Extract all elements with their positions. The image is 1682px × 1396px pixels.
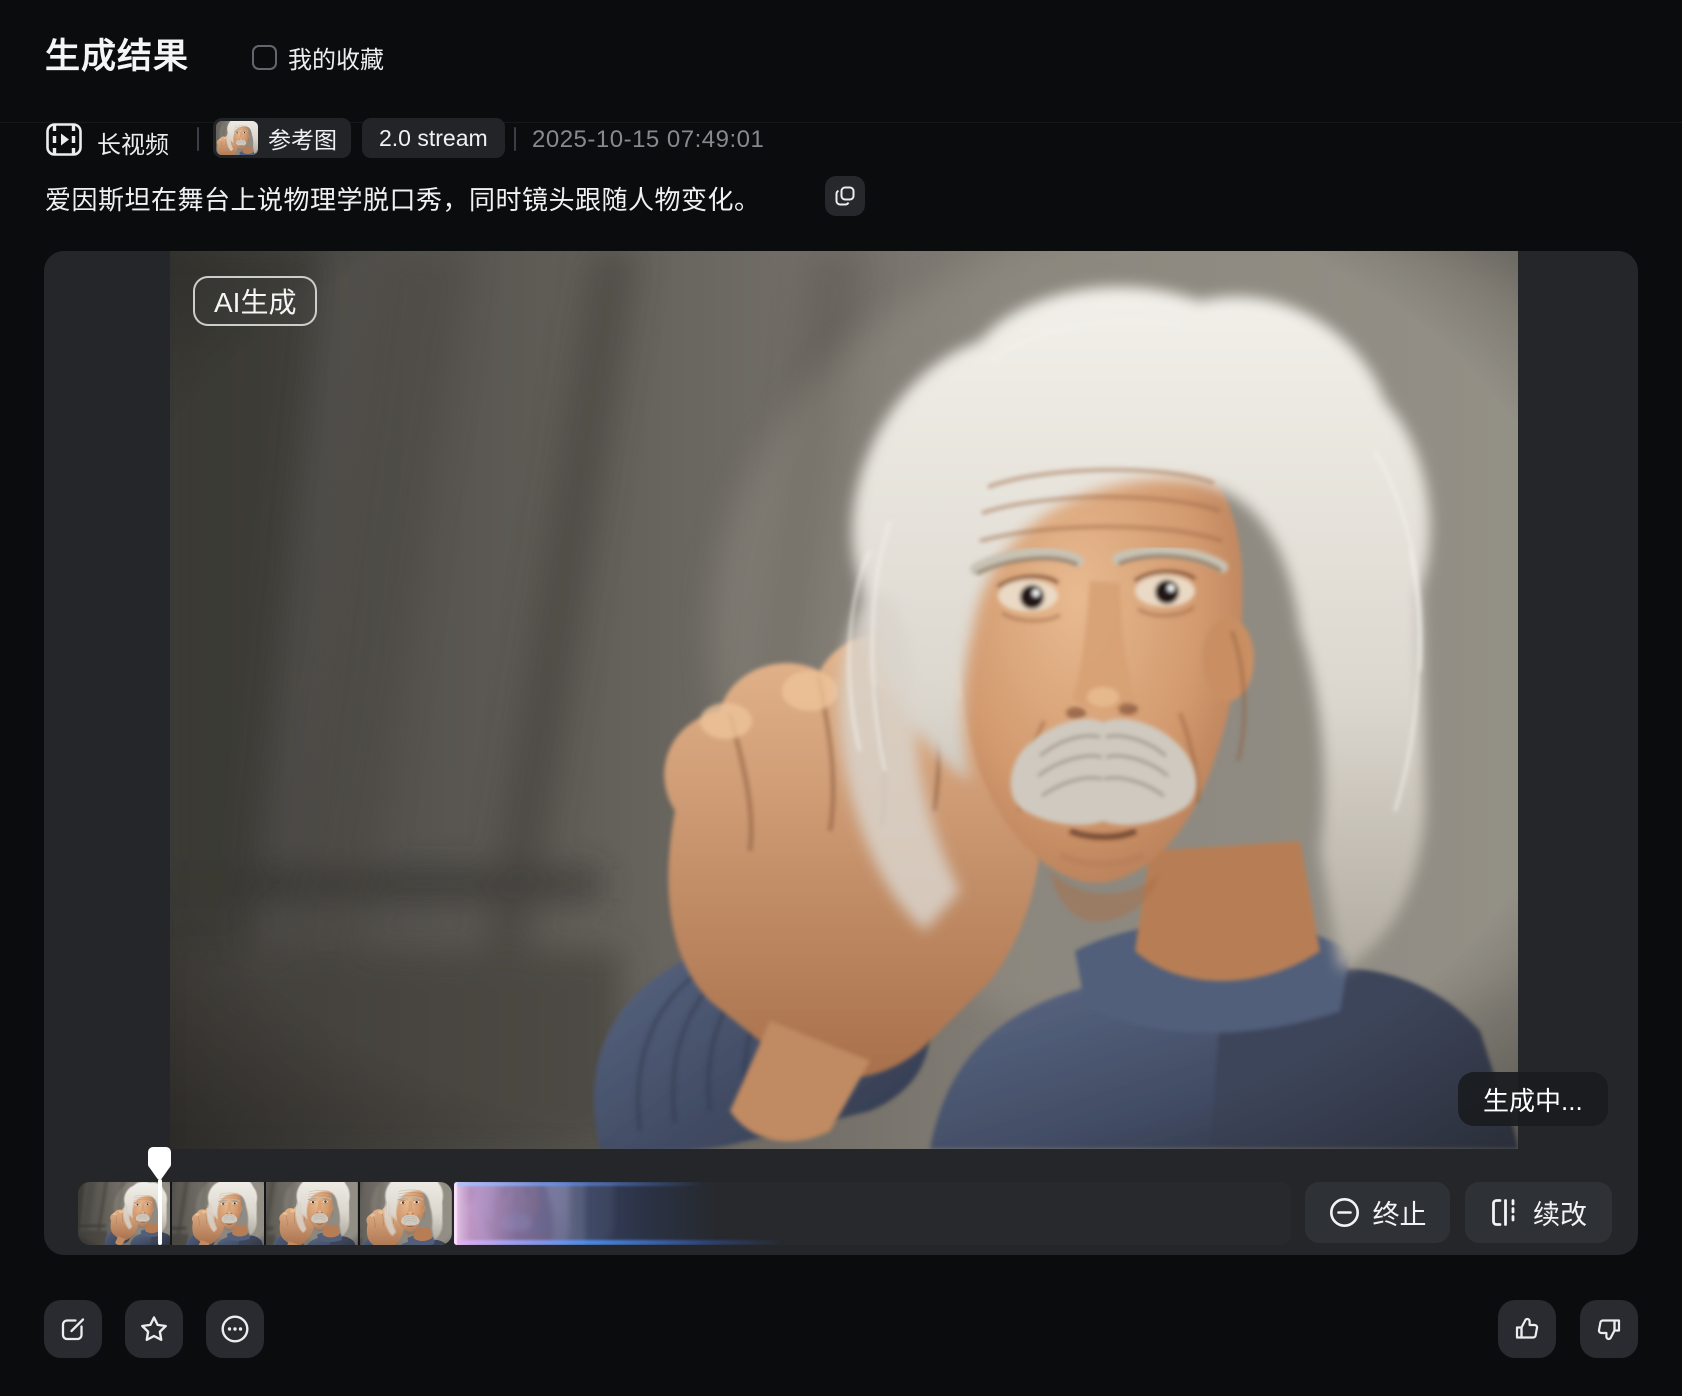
more-options-button[interactable] xyxy=(206,1300,264,1358)
revise-button[interactable]: 续改 xyxy=(1465,1182,1612,1243)
timeline-thumbnail[interactable] xyxy=(266,1182,358,1245)
favorite-button[interactable] xyxy=(125,1300,183,1358)
timeline-thumbnail[interactable] xyxy=(172,1182,264,1245)
film-icon xyxy=(46,123,82,156)
ai-generated-badge: AI生成 xyxy=(193,276,317,326)
video-frame[interactable]: AI生成 xyxy=(170,251,1518,1149)
favorites-checkbox[interactable] xyxy=(252,45,277,70)
favorites-label: 我的收藏 xyxy=(288,40,384,75)
edit-button[interactable] xyxy=(44,1300,102,1358)
progress-edge xyxy=(454,1182,457,1245)
video-player-panel: AI生成 生成中... xyxy=(44,251,1638,1255)
progress-streak-bottom xyxy=(454,1240,784,1245)
dislike-button[interactable] xyxy=(1580,1300,1638,1358)
split-extend-icon xyxy=(1490,1197,1520,1228)
ellipsis-circle-icon xyxy=(220,1314,250,1344)
my-favorites-toggle[interactable]: 我的收藏 xyxy=(252,40,384,75)
page-title: 生成结果 xyxy=(45,28,189,79)
reference-label: 参考图 xyxy=(268,121,337,155)
circle-minus-icon xyxy=(1329,1197,1360,1228)
progress-streak-top xyxy=(454,1182,704,1186)
generating-status: 生成中... xyxy=(1458,1072,1608,1126)
model-badge: 2.0 stream xyxy=(362,118,505,158)
like-button[interactable] xyxy=(1498,1300,1556,1358)
copy-icon xyxy=(834,185,856,207)
meta-divider xyxy=(197,127,199,151)
thumbs-down-icon xyxy=(1595,1315,1623,1343)
timeline-thumbnail[interactable] xyxy=(360,1182,452,1245)
meta-divider xyxy=(514,127,516,151)
reference-thumbnail xyxy=(216,121,258,155)
generation-result-page: 生成结果 我的收藏 长视频 参考图 2.0 stream 2025-10-15 … xyxy=(0,0,1682,1396)
playhead-handle[interactable] xyxy=(148,1147,171,1181)
video-type-label: 长视频 xyxy=(97,125,169,160)
terminate-label: 终止 xyxy=(1373,1193,1427,1232)
generation-timestamp: 2025-10-15 07:49:01 xyxy=(532,126,764,154)
timeline-filmstrip[interactable] xyxy=(78,1182,452,1245)
edit-icon xyxy=(59,1315,87,1343)
prompt-text: 爱因斯坦在舞台上说物理学脱口秀，同时镜头跟随人物变化。 xyxy=(45,180,761,217)
playhead-line[interactable] xyxy=(158,1179,162,1245)
revise-label: 续改 xyxy=(1533,1193,1587,1232)
terminate-button[interactable]: 终止 xyxy=(1305,1182,1450,1243)
progress-glow xyxy=(454,1182,724,1245)
star-icon xyxy=(139,1314,169,1344)
generation-progress-bar[interactable] xyxy=(454,1182,1291,1245)
thumbs-up-icon xyxy=(1513,1315,1541,1343)
copy-prompt-button[interactable] xyxy=(825,176,865,216)
reference-image-chip[interactable]: 参考图 xyxy=(213,118,351,158)
timeline-thumbnail[interactable] xyxy=(78,1182,170,1245)
